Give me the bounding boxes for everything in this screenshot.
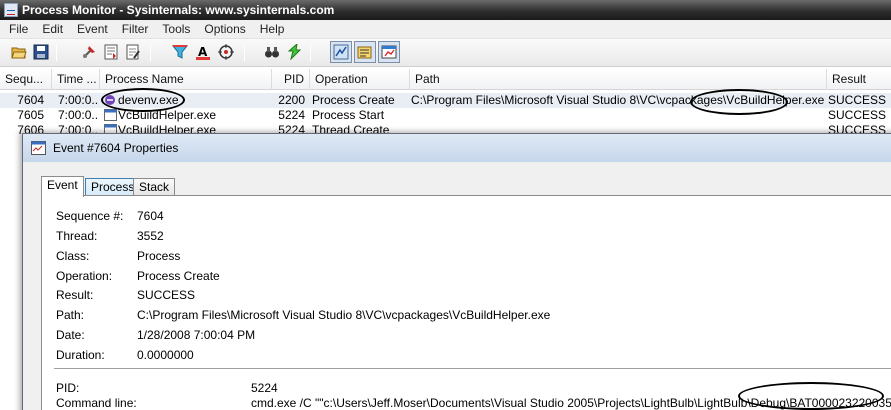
column-time[interactable]: Time ...	[52, 69, 100, 90]
label-command-line: Command line:	[56, 396, 137, 410]
table-row[interactable]: 7604 7:00:0... devenv.exe 2200 Process C…	[0, 93, 891, 108]
toolbar: A	[0, 39, 891, 67]
row-process-name: devenv.exe	[118, 93, 179, 107]
value-duration: 0.0000000	[137, 348, 194, 362]
jump-icon[interactable]	[286, 43, 304, 61]
label-pid: PID:	[56, 381, 80, 395]
filter-icon[interactable]	[171, 43, 189, 61]
row-path: C:\Program Files\Microsoft Visual Studio…	[411, 93, 825, 107]
clear-icon[interactable]	[124, 43, 142, 61]
event-properties-icon	[31, 141, 46, 155]
column-sequence[interactable]: Sequ...	[0, 69, 52, 90]
process-monitor-app-icon	[4, 3, 18, 17]
highlight-icon[interactable]: A	[194, 43, 212, 61]
column-result[interactable]: Result	[827, 69, 891, 90]
value-result: SUCCESS	[137, 288, 196, 302]
value-date: 1/28/2008 7:00:04 PM	[137, 328, 256, 342]
save-icon[interactable]	[32, 43, 50, 61]
row-operation: Process Create	[312, 93, 395, 107]
column-pid[interactable]: PID	[272, 69, 310, 90]
menu-help[interactable]: Help	[253, 22, 292, 36]
row-time: 7:00:0...	[58, 108, 98, 122]
menu-tools[interactable]: Tools	[155, 22, 197, 36]
capture-icon[interactable]	[80, 43, 98, 61]
details-divider	[54, 368, 891, 369]
autoscroll-icon[interactable]	[102, 43, 120, 61]
menu-file[interactable]: File	[2, 22, 35, 36]
value-command-line: cmd.exe /C ""c:\Users\Jeff.Moser\Documen…	[251, 396, 891, 410]
event-properties-dialog: Event #7604 Properties Event Process Sta…	[22, 133, 891, 410]
registry-activity-icon[interactable]	[330, 41, 352, 63]
devenv-process-icon	[105, 95, 115, 105]
table-row[interactable]: 7605 7:00:0... VcBuildHelper.exe 5224 Pr…	[0, 108, 891, 123]
label-date: Date:	[56, 328, 85, 342]
column-process-name[interactable]: Process Name	[100, 69, 272, 90]
value-operation: Process Create	[137, 269, 220, 283]
window-title-bar: Process Monitor - Sysinternals: www.sysi…	[0, 0, 891, 20]
file-activity-icon[interactable]	[354, 41, 376, 63]
label-sequence: Sequence #:	[56, 209, 124, 223]
tab-event[interactable]: Event	[41, 176, 84, 197]
label-result: Result:	[56, 288, 94, 302]
label-class: Class:	[56, 249, 90, 263]
open-icon[interactable]	[10, 43, 28, 61]
label-thread: Thread:	[56, 229, 98, 243]
row-process-name: VcBuildHelper.exe	[118, 108, 217, 122]
event-list-header: Sequ... Time ... Process Name PID Operat…	[0, 69, 891, 90]
row-operation: Process Start	[312, 108, 385, 122]
target-icon[interactable]	[217, 43, 235, 61]
label-operation: Operation:	[56, 269, 113, 283]
menu-edit[interactable]: Edit	[35, 22, 70, 36]
value-sequence: 7604	[137, 209, 164, 223]
row-sequence: 7604	[17, 93, 44, 107]
column-operation[interactable]: Operation	[310, 69, 410, 90]
svg-text:A: A	[198, 45, 208, 59]
value-class: Process	[137, 249, 181, 263]
row-result: SUCCESS	[828, 108, 887, 122]
find-icon[interactable]	[263, 43, 281, 61]
menu-event[interactable]: Event	[70, 22, 115, 36]
menu-options[interactable]: Options	[197, 22, 252, 36]
menu-bar: File Edit Event Filter Tools Options Hel…	[0, 20, 891, 39]
value-pid: 5224	[251, 381, 278, 395]
column-path[interactable]: Path	[410, 69, 827, 90]
label-duration: Duration:	[56, 348, 105, 362]
row-pid: 2200	[278, 93, 305, 107]
label-path: Path:	[56, 308, 85, 322]
row-pid: 5224	[278, 108, 305, 122]
value-thread: 3552	[137, 229, 164, 243]
vcbuildhelper-process-icon	[104, 109, 117, 121]
dialog-title: Event #7604 Properties	[53, 141, 179, 155]
event-tab-panel: Sequence #: 7604 Thread: 3552 Class: Pro…	[41, 195, 891, 410]
value-path: C:\Program Files\Microsoft Visual Studio…	[137, 308, 551, 322]
row-sequence: 7605	[17, 108, 44, 122]
row-result: SUCCESS	[828, 93, 887, 107]
row-path	[411, 108, 825, 123]
dialog-title-bar[interactable]: Event #7604 Properties	[23, 134, 891, 162]
row-time: 7:00:0...	[58, 93, 98, 107]
process-activity-icon[interactable]	[378, 41, 400, 63]
menu-filter[interactable]: Filter	[115, 22, 156, 36]
window-title: Process Monitor - Sysinternals: www.sysi…	[22, 3, 335, 17]
tab-stack[interactable]: Stack	[133, 178, 176, 196]
